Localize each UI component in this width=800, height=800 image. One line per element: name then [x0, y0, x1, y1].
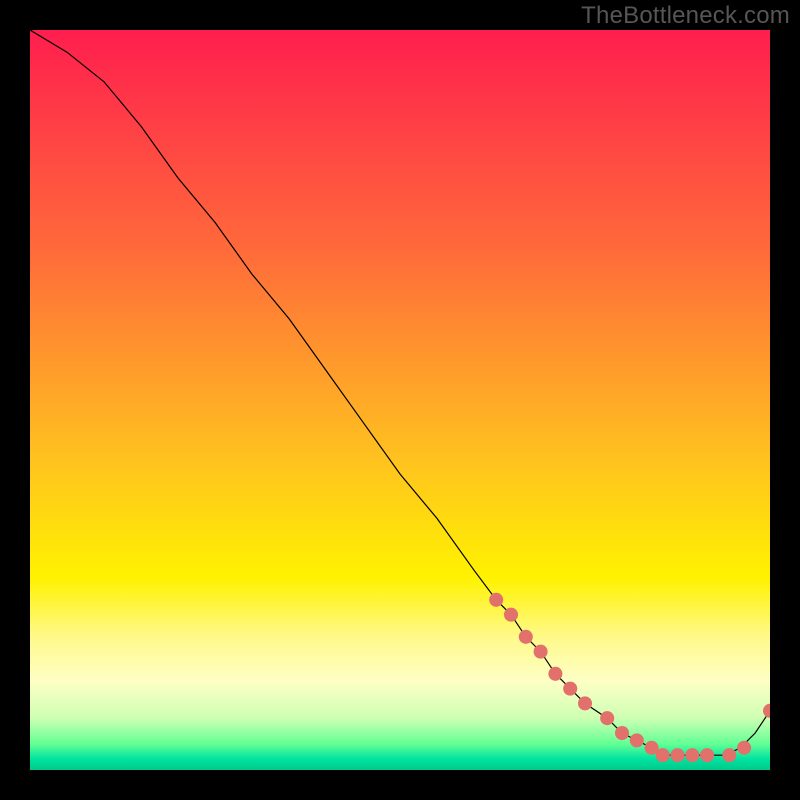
data-point: [504, 608, 518, 622]
data-point: [548, 667, 562, 681]
data-point: [630, 733, 644, 747]
gradient-background: [30, 30, 770, 770]
plot-area: [30, 30, 770, 770]
chart-container: TheBottleneck.com: [0, 0, 800, 800]
data-point: [670, 748, 684, 762]
data-point: [600, 711, 614, 725]
data-point: [737, 741, 751, 755]
data-point: [722, 748, 736, 762]
data-point: [563, 682, 577, 696]
data-point: [700, 748, 714, 762]
chart-svg: [30, 30, 770, 770]
data-point: [685, 748, 699, 762]
data-point: [615, 726, 629, 740]
data-point: [519, 630, 533, 644]
data-point: [534, 645, 548, 659]
watermark-label: TheBottleneck.com: [581, 2, 790, 30]
data-point: [656, 748, 670, 762]
data-point: [489, 593, 503, 607]
data-point: [578, 696, 592, 710]
